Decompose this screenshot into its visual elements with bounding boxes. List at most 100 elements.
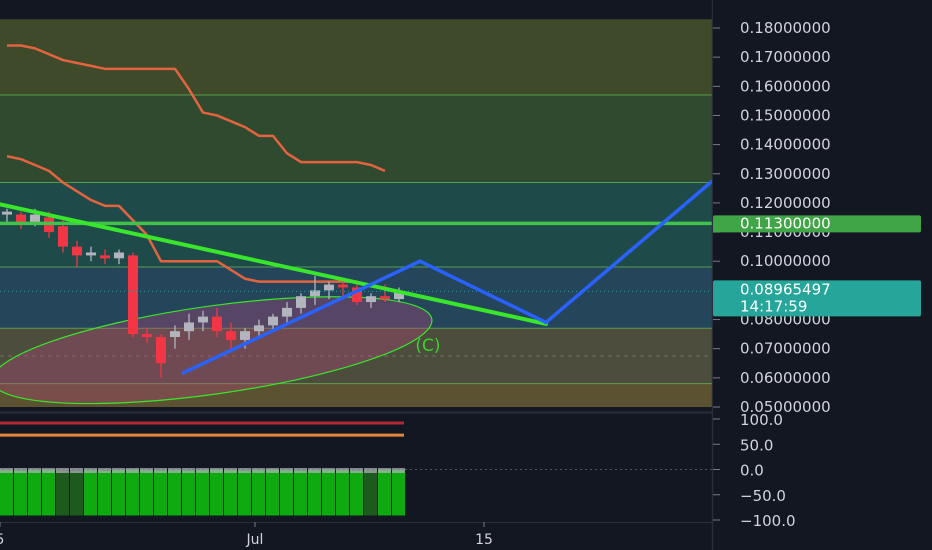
osc-bar — [252, 470, 265, 516]
osc-tick-label: 50.0 — [740, 436, 773, 454]
osc-bar — [14, 470, 27, 516]
osc-bar-cap — [182, 467, 195, 473]
osc-bar — [0, 470, 13, 516]
osc-bar-cap — [210, 467, 223, 473]
candle[interactable] — [128, 252, 138, 338]
osc-bar — [140, 470, 153, 516]
osc-tick-label: −50.0 — [740, 487, 786, 505]
osc-tick-label: 100.0 — [740, 411, 783, 429]
price-tick-label: 0.14000000 — [740, 136, 831, 154]
price-tick-label: 0.15000000 — [740, 106, 831, 124]
candle-body — [100, 255, 110, 259]
osc-bar — [224, 470, 237, 516]
osc-tick-label: −100.0 — [740, 512, 796, 530]
candle-body — [156, 337, 166, 364]
osc-bar — [182, 470, 195, 516]
osc-bar — [350, 470, 363, 516]
osc-bar — [28, 470, 41, 516]
candle-body — [226, 331, 236, 340]
candle-body — [86, 252, 96, 256]
candle-body — [268, 316, 278, 326]
candle-body — [128, 255, 138, 335]
osc-bar-cap — [224, 467, 237, 473]
osc-bar — [280, 470, 293, 516]
time-tick-label: 15 — [475, 532, 493, 548]
price-tick-label: 0.16000000 — [740, 77, 831, 95]
osc-bar-cap — [84, 467, 97, 473]
price-tick-label: 0.18000000 — [740, 19, 831, 37]
osc-bar — [126, 469, 139, 516]
osc-bar-cap — [364, 467, 377, 473]
chart-svg[interactable]: 0.18000000 0.17000000 0.16000000 0.15000000… — [0, 0, 932, 550]
price-tick-label: 0.07000000 — [740, 340, 831, 358]
osc-bar-cap — [238, 467, 251, 473]
candle-body — [72, 246, 82, 256]
candle-body — [282, 307, 292, 317]
osc-bar-cap — [112, 467, 125, 473]
osc-bar — [392, 470, 405, 516]
time-tick-label: Jul — [246, 532, 264, 548]
fib-zone-0 — [0, 19, 712, 96]
current-price-label: 0.08965497 — [740, 280, 831, 298]
candle-body — [142, 334, 152, 338]
osc-bar — [322, 469, 335, 516]
wave-c-label: (C) — [415, 336, 440, 356]
oscillator-axis[interactable]: 100.0 50.0 0.0 −50.0 −100.0 — [713, 411, 796, 530]
price-axis[interactable]: 0.18000000 0.17000000 0.16000000 0.15000000… — [713, 0, 932, 416]
candle-body — [254, 325, 264, 332]
osc-bar — [238, 470, 251, 516]
osc-bar — [378, 469, 391, 516]
osc-bar-cap — [126, 467, 139, 473]
candle-body — [324, 284, 334, 291]
price-tick-label: 0.17000000 — [740, 48, 831, 66]
osc-bar-cap — [308, 467, 321, 473]
osc-bar — [196, 470, 209, 516]
candle-body — [380, 296, 390, 300]
osc-bar — [210, 469, 223, 516]
osc-bar-cap — [252, 467, 265, 473]
candle-body — [240, 331, 250, 340]
osc-bar-cap — [266, 467, 279, 473]
time-axis[interactable]: 5 Jul 15 — [0, 522, 493, 548]
osc-bar-cap — [350, 467, 363, 473]
osc-bar-cap — [392, 467, 405, 473]
candle-body — [198, 316, 208, 323]
price-tick-label: 0.10000000 — [740, 252, 831, 270]
osc-bar — [294, 470, 307, 516]
candle-body — [2, 211, 12, 215]
osc-bar-cap — [378, 467, 391, 473]
osc-bar — [266, 469, 279, 516]
osc-tick-label: 0.0 — [740, 462, 764, 480]
osc-bar — [308, 470, 321, 516]
candle-body — [212, 316, 222, 332]
candle-body — [310, 290, 320, 297]
osc-bar — [364, 470, 377, 516]
osc-bar — [112, 470, 125, 516]
time-tick-label: 5 — [0, 532, 4, 548]
candle-body — [114, 252, 124, 259]
osc-bar — [336, 470, 349, 516]
osc-bar — [98, 470, 111, 516]
candle-body — [338, 284, 348, 288]
oscillator-pane — [0, 421, 712, 516]
osc-bar-cap — [98, 467, 111, 473]
candle-body — [170, 331, 180, 338]
candle-body — [184, 322, 194, 332]
osc-bar-cap — [336, 467, 349, 473]
price-tick-label: 0.12000000 — [740, 194, 831, 212]
osc-bar-cap — [56, 467, 69, 473]
osc-bar-cap — [140, 467, 153, 473]
price-tick-label: 0.13000000 — [740, 165, 831, 183]
fib-zone-1 — [0, 95, 712, 183]
candle-body — [366, 296, 376, 303]
osc-bar — [168, 470, 181, 516]
osc-bar — [70, 471, 83, 516]
osc-bar-cap — [196, 467, 209, 473]
price-tick-label: 0.06000000 — [740, 369, 831, 387]
chart-window: 0.18000000 0.17000000 0.16000000 0.15000000… — [0, 0, 932, 550]
osc-bar-cap — [14, 467, 27, 473]
candle-countdown: 14:17:59 — [740, 297, 807, 315]
osc-bar — [154, 470, 167, 516]
osc-bar-cap — [0, 467, 13, 473]
osc-bar-cap — [294, 467, 307, 473]
